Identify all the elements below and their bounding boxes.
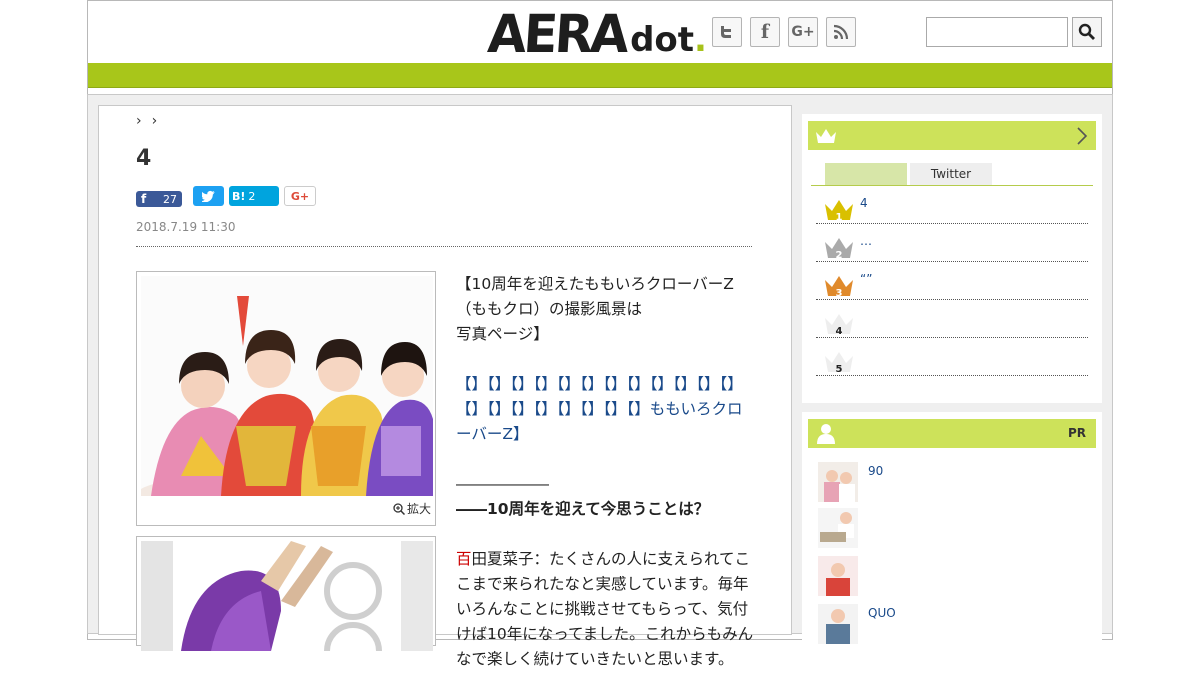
logo-period: . bbox=[694, 20, 707, 60]
group-photo-illustration bbox=[141, 276, 433, 496]
group-photo bbox=[141, 276, 433, 496]
googleplus-share-button[interactable]: G+ bbox=[284, 186, 316, 206]
rank-number: 4 bbox=[836, 326, 843, 336]
pr-title: QUO bbox=[868, 606, 896, 620]
pr-title: 90 bbox=[868, 464, 884, 478]
search-input[interactable] bbox=[926, 17, 1068, 47]
crown-icon: 4 bbox=[825, 314, 853, 336]
person-icon bbox=[817, 424, 835, 444]
hatena-count: 2 bbox=[248, 189, 256, 203]
breadcrumb-separator[interactable]: › bbox=[152, 113, 158, 129]
tab-twitter[interactable]: Twitter bbox=[910, 163, 992, 185]
gold-crown-icon: 1 bbox=[825, 200, 853, 222]
speaker-mark: 百 bbox=[456, 550, 472, 568]
article-paragraph: 百田夏菜子：たくさんの人に支えられてここまで来られたなと実感しています。毎年いろ… bbox=[456, 547, 756, 672]
rank-number: 5 bbox=[836, 364, 843, 374]
pr-item[interactable] bbox=[818, 556, 1088, 600]
rss-glyph bbox=[833, 24, 849, 40]
article-paragraph: ―――――― ――10周年を迎えて今思うことは？ bbox=[456, 472, 756, 522]
logo-main-text: AERA bbox=[485, 3, 629, 65]
hatena-bookmark-button[interactable]: B! 2 bbox=[229, 186, 279, 206]
ranking-box: Twitter 1 4 2 … 3 “” 4 5 bbox=[802, 114, 1102, 403]
crown-icon: 5 bbox=[825, 352, 853, 374]
breadcrumb: › › bbox=[136, 113, 157, 129]
crown-icon bbox=[816, 129, 836, 143]
hatena-label: B! bbox=[232, 189, 246, 203]
ranking-item[interactable]: 5 bbox=[816, 338, 1088, 376]
zoom-label: 拡大 bbox=[406, 502, 431, 516]
rank-number: 1 bbox=[836, 212, 843, 222]
rank-number: 2 bbox=[836, 250, 843, 260]
facebook-share-count: 27 bbox=[163, 192, 177, 206]
pr-thumbnail bbox=[818, 556, 858, 596]
facebook-share-button[interactable]: f 27 bbox=[136, 191, 182, 207]
ranking-tabs: Twitter bbox=[825, 163, 992, 185]
rank-number: 3 bbox=[836, 288, 843, 298]
tab-ranking[interactable] bbox=[825, 163, 907, 185]
pr-header: PR bbox=[808, 419, 1096, 448]
twitter-bird-glyph bbox=[721, 26, 731, 38]
facebook-glyph: f bbox=[760, 21, 770, 43]
article-body: 【10周年を迎えたももいろクローバーZ（ももクロ）の撮影風景は 写真ページ】 【… bbox=[456, 272, 756, 697]
logo-sub-text: dot. bbox=[630, 23, 707, 57]
twitter-icon[interactable] bbox=[712, 17, 742, 47]
article-title: 4 bbox=[136, 146, 152, 171]
search-button[interactable] bbox=[1072, 17, 1102, 47]
search-icon bbox=[1078, 23, 1095, 40]
paragraph-text: 写真ページ】 bbox=[456, 325, 549, 343]
pr-label: PR bbox=[1067, 426, 1086, 440]
ranking-title: “” bbox=[860, 272, 873, 286]
pr-thumbnail bbox=[818, 462, 858, 502]
pr-box: PR 90 QUO bbox=[802, 412, 1102, 644]
aera-dot-logo[interactable]: AERA dot. bbox=[485, 3, 707, 65]
article-paragraph: 【10周年を迎えたももいろクローバーZ（ももクロ）の撮影風景は 写真ページ】 bbox=[456, 272, 756, 347]
album-cover-illustration bbox=[141, 541, 433, 651]
googleplus-share-label: G+ bbox=[290, 189, 310, 203]
ranking-item[interactable]: 3 “” bbox=[816, 262, 1088, 300]
logo-sub-word: dot bbox=[630, 20, 695, 60]
facebook-icon[interactable]: f bbox=[750, 17, 780, 47]
divider bbox=[136, 246, 752, 247]
pr-item[interactable]: 90 bbox=[818, 462, 1088, 506]
twitter-share-button[interactable] bbox=[193, 186, 224, 206]
bronze-crown-icon: 3 bbox=[825, 276, 853, 298]
googleplus-glyph: G+ bbox=[791, 24, 815, 40]
article-photo-link[interactable]: 【】【】【】【】【】【】【】【】【】【】【】【】【】【】【】【】【】【】【】【】… bbox=[456, 372, 756, 447]
ranking-item[interactable]: 2 … bbox=[816, 224, 1088, 262]
pr-item[interactable] bbox=[818, 508, 1088, 552]
publish-date: 2018.7.19 11:30 bbox=[136, 220, 236, 234]
paragraph-text: 田夏菜子：たくさんの人に支えられてここまで来られたなと実感しています。毎年いろん… bbox=[456, 550, 754, 668]
silver-crown-icon: 2 bbox=[825, 238, 853, 260]
ranking-title: … bbox=[860, 234, 872, 248]
chevron-right-icon bbox=[1077, 127, 1088, 145]
googleplus-icon[interactable]: G+ bbox=[788, 17, 818, 47]
ranking-item[interactable]: 4 bbox=[816, 300, 1088, 338]
ranking-title: 4 bbox=[860, 196, 868, 210]
nav-bar bbox=[88, 63, 1112, 88]
album-cover-photo bbox=[141, 541, 433, 651]
breadcrumb-separator[interactable]: › bbox=[136, 113, 142, 129]
ranking-item[interactable]: 1 4 bbox=[816, 186, 1088, 224]
interview-question: ――10周年を迎えて今思うことは？ bbox=[456, 500, 710, 518]
twitter-share-icon bbox=[201, 190, 215, 202]
pr-thumbnail bbox=[818, 604, 858, 644]
pr-item[interactable]: QUO bbox=[818, 604, 1088, 648]
facebook-share-glyph: f bbox=[141, 192, 147, 206]
zoom-link[interactable]: 拡大 bbox=[393, 500, 431, 517]
paragraph-text: 【10周年を迎えたももいろクローバーZ（ももクロ）の撮影風景は bbox=[456, 275, 734, 318]
paragraph-text: ―――――― bbox=[456, 475, 549, 493]
pr-thumbnail bbox=[818, 508, 858, 548]
article-photo[interactable]: 拡大 bbox=[136, 271, 436, 526]
zoom-icon bbox=[393, 502, 405, 515]
ranking-header[interactable] bbox=[808, 121, 1096, 150]
rss-icon[interactable] bbox=[826, 17, 856, 47]
